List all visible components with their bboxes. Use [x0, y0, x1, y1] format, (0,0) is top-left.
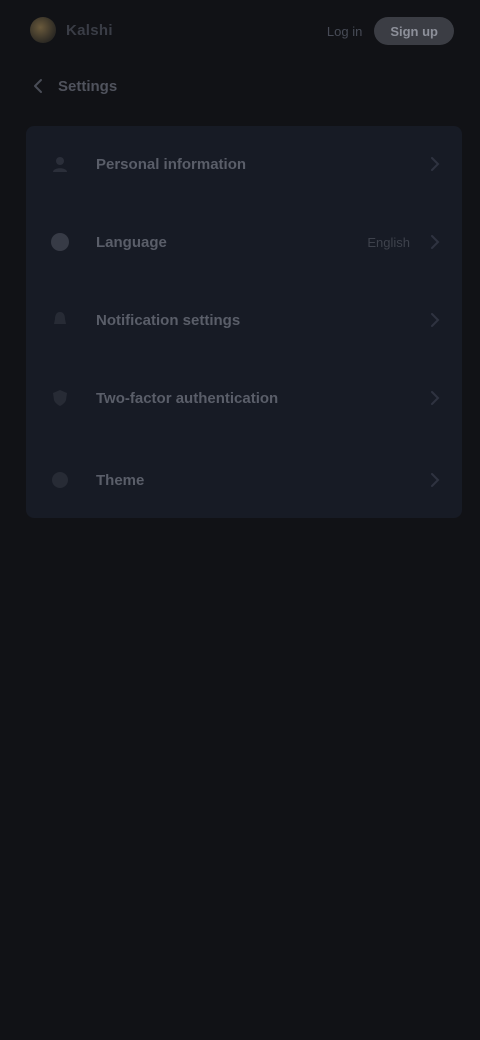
- login-link[interactable]: Log in: [327, 24, 362, 39]
- chevron-right-icon: [428, 234, 442, 250]
- settings-screen: Kalshi Log in Sign up Settings Personal …: [0, 0, 480, 1040]
- palette-icon: [48, 468, 72, 492]
- user-icon: [48, 152, 72, 176]
- settings-item-label: Language: [96, 233, 167, 251]
- settings-item-two-factor[interactable]: Two-factor authentication: [26, 368, 462, 428]
- chevron-right-icon: [428, 472, 442, 488]
- page-title: Settings: [58, 77, 118, 95]
- chevron-right-icon: [428, 156, 442, 172]
- back-arrow-icon[interactable]: [30, 77, 48, 95]
- globe-icon: [48, 230, 72, 254]
- brand-logo-icon: [30, 17, 56, 43]
- shield-icon: [48, 386, 72, 410]
- title-row: Settings: [30, 74, 117, 98]
- settings-item-personal-information[interactable]: Personal information: [26, 134, 462, 194]
- settings-item-label: Two-factor authentication: [96, 389, 279, 407]
- chevron-right-icon: [428, 312, 442, 328]
- settings-item-language[interactable]: Language English: [26, 212, 462, 272]
- settings-item-value: English: [367, 234, 410, 250]
- bell-icon: [48, 308, 72, 332]
- signup-button[interactable]: Sign up: [374, 17, 454, 45]
- top-app-bar: Kalshi Log in Sign up: [0, 0, 480, 64]
- top-actions: Log in Sign up: [327, 16, 454, 46]
- settings-list: Personal information Language English No…: [26, 126, 462, 518]
- settings-item-label: Personal information: [96, 155, 247, 173]
- brand-name: Kalshi: [66, 21, 113, 39]
- brand[interactable]: Kalshi: [30, 16, 113, 44]
- settings-item-theme[interactable]: Theme: [26, 450, 462, 510]
- chevron-right-icon: [428, 390, 442, 406]
- settings-item-label: Notification settings: [96, 311, 241, 329]
- settings-item-label: Theme: [96, 471, 145, 489]
- settings-item-notifications[interactable]: Notification settings: [26, 290, 462, 350]
